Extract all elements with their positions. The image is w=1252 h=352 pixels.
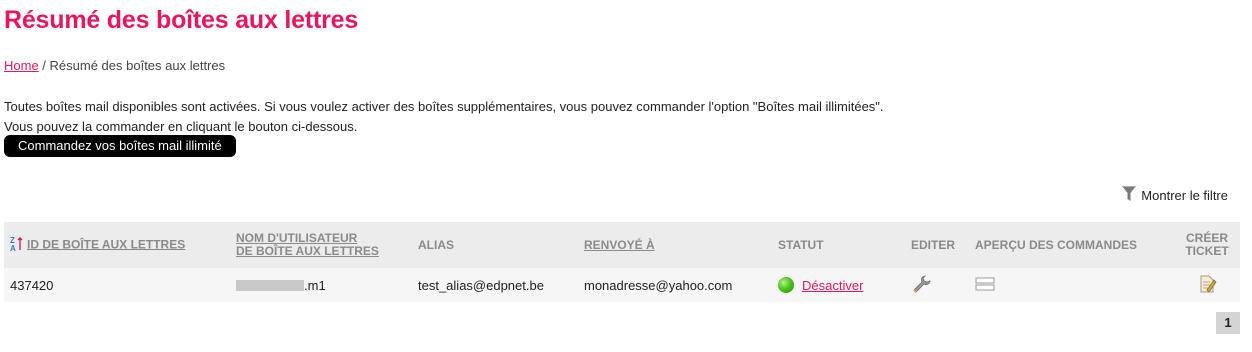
col-header-ticket: CRÉER TICKET (1174, 222, 1240, 268)
redacted-username (236, 280, 304, 292)
order-overview-icon[interactable] (975, 277, 995, 294)
edit-wrench-icon[interactable] (911, 274, 931, 297)
cell-username: .m1 (230, 268, 412, 302)
breadcrumb-home-link[interactable]: Home (4, 58, 39, 73)
page-title: Résumé des boîtes aux lettres (4, 6, 359, 34)
col-header-orders: APERÇU DES COMMANDES (975, 237, 1138, 252)
funnel-icon (1122, 186, 1137, 205)
col-header-edit: EDITER (911, 237, 956, 252)
show-filter-toggle[interactable]: Montrer le filtre (1122, 186, 1228, 205)
mailbox-table-wrapper: Z A ID DE BOÎTE AUX LETTRES NOM D'UTILIS… (4, 222, 1240, 302)
cell-orders (969, 268, 1174, 302)
table-header-row: Z A ID DE BOÎTE AUX LETTRES NOM D'UTILIS… (4, 222, 1240, 268)
col-header-forwarded[interactable]: RENVOYÉ À (578, 222, 772, 268)
col-header-status: STATUT (778, 237, 824, 252)
breadcrumb-separator: / (38, 58, 50, 73)
col-header-forwarded-label: RENVOYÉ À (584, 237, 655, 252)
show-filter-label: Montrer le filtre (1141, 188, 1228, 203)
col-header-username-line2: DE BOÎTE AUX LETTRES (236, 244, 379, 258)
col-header-alias: ALIAS (418, 237, 454, 252)
svg-text:A: A (10, 244, 16, 252)
cell-id: 437420 (10, 277, 54, 293)
cell-username-suffix: .m1 (304, 278, 326, 294)
order-unlimited-mailboxes-button[interactable]: Commandez vos boîtes mail illimité (4, 135, 236, 157)
col-header-id-label: ID DE BOÎTE AUX LETTRES (27, 237, 186, 252)
col-header-username-line1: NOM D'UTILISATEUR (236, 231, 358, 245)
mailbox-table: Z A ID DE BOÎTE AUX LETTRES NOM D'UTILIS… (4, 222, 1240, 302)
sort-az-icon: Z A (10, 236, 24, 255)
intro-line-2: Vous pouvez la commander en cliquant le … (4, 119, 358, 134)
cell-status: Désactiver (772, 268, 905, 302)
intro-line-1: Toutes boîtes mail disponibles sont acti… (4, 99, 884, 114)
create-ticket-icon[interactable] (1197, 274, 1217, 297)
cell-forwarded: monadresse@yahoo.com (584, 277, 733, 293)
cell-edit (905, 268, 969, 302)
deactivate-link[interactable]: Désactiver (802, 278, 863, 293)
col-header-username[interactable]: NOM D'UTILISATEUR DE BOÎTE AUX LETTRES (230, 222, 412, 268)
breadcrumb: Home / Résumé des boîtes aux lettres (4, 58, 225, 73)
intro-text: Toutes boîtes mail disponibles sont acti… (4, 97, 884, 137)
status-active-icon (778, 277, 794, 294)
col-header-ticket-line2: TICKET (1185, 244, 1229, 258)
col-header-id[interactable]: Z A ID DE BOÎTE AUX LETTRES (4, 222, 230, 268)
pagination-page-current[interactable]: 1 (1216, 312, 1240, 334)
cell-ticket (1174, 268, 1240, 302)
table-row: 437420 .m1 test_alias@edpnet.be monadres… (4, 268, 1240, 302)
col-header-ticket-line1: CRÉER (1185, 231, 1228, 245)
cell-alias: test_alias@edpnet.be (418, 277, 544, 293)
breadcrumb-current: Résumé des boîtes aux lettres (49, 58, 226, 73)
